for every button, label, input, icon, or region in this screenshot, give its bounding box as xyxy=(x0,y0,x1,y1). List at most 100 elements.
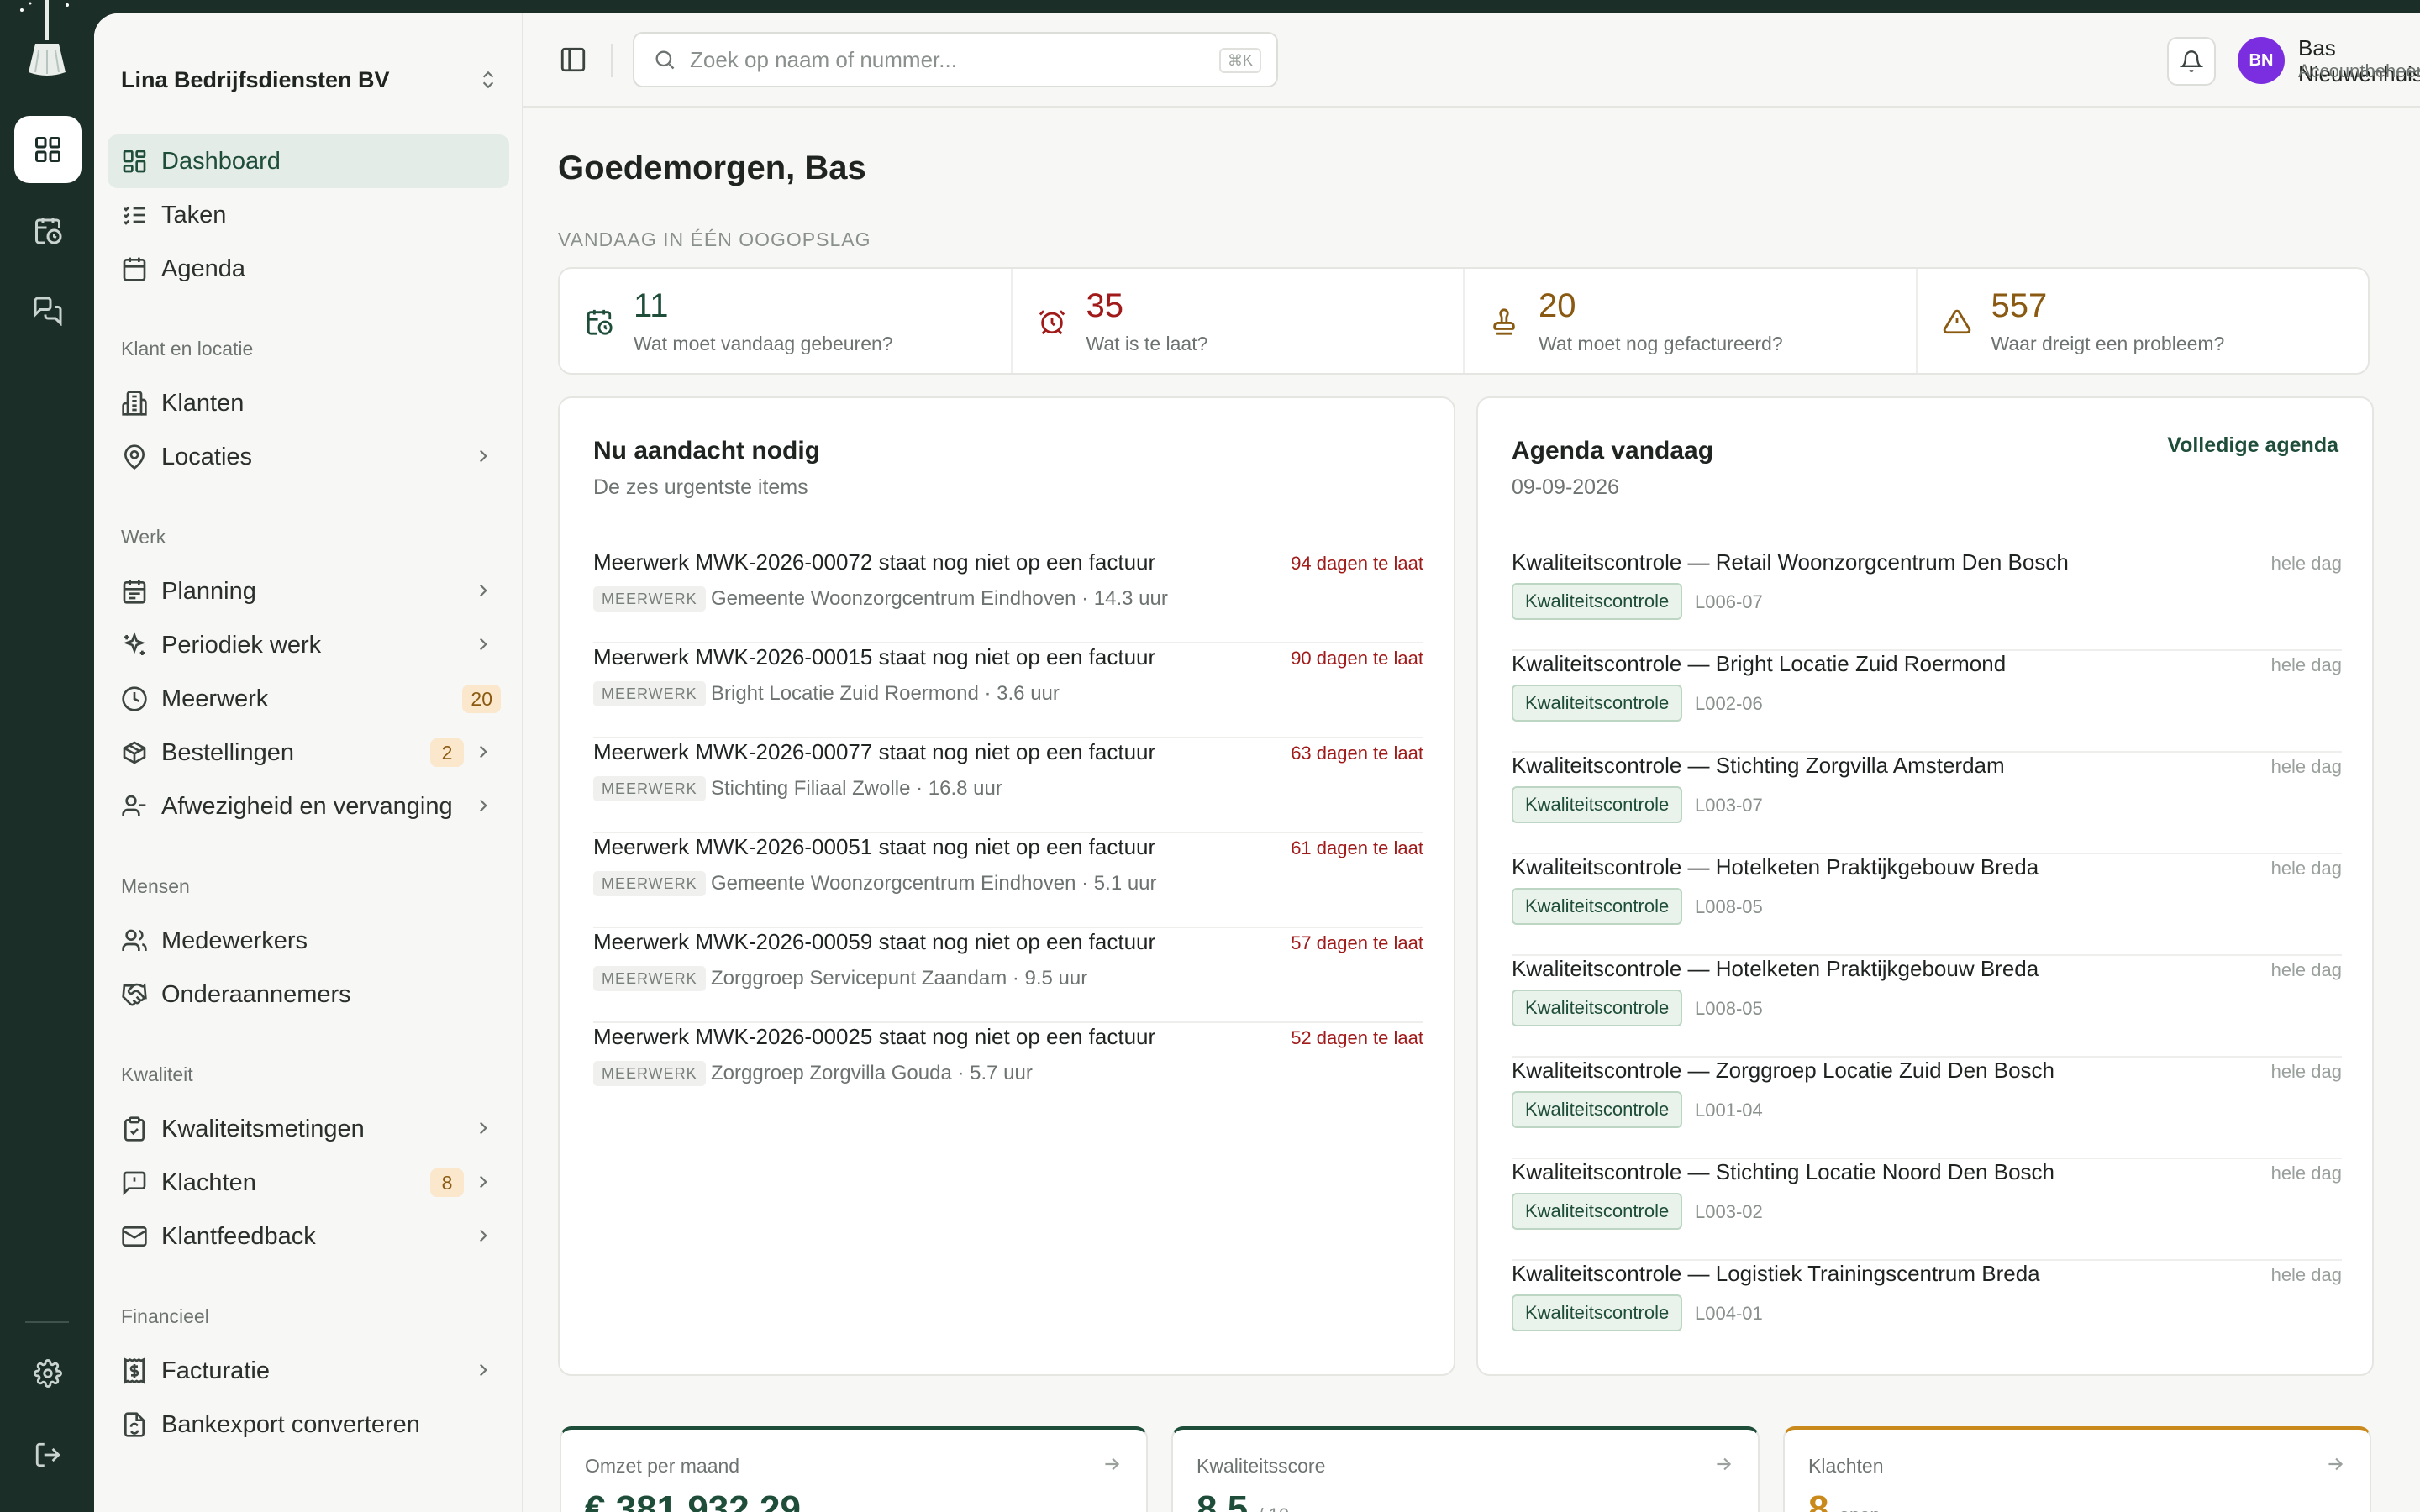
attention-item-tag: MEERWERK xyxy=(593,681,706,706)
sidebar-item-meerwerk[interactable]: Meerwerk 20 xyxy=(108,672,509,726)
rail-planning-button[interactable] xyxy=(14,197,82,264)
sidebar-item-medewerkers[interactable]: Medewerkers xyxy=(108,914,509,968)
warning-triangle-icon xyxy=(1943,309,1970,334)
sidebar-item-facturatie[interactable]: Facturatie xyxy=(108,1344,509,1398)
agenda-item-title: Kwaliteitscontrole — Logistiek Trainings… xyxy=(1512,1261,2040,1286)
kpi-unit: open xyxy=(1839,1504,1881,1512)
sidebar-item-taken[interactable]: Taken xyxy=(108,188,509,242)
stat-risk[interactable]: 557 Waar dreigt een probleem? xyxy=(1918,269,2369,373)
kpi-value: 8,5 / 10 xyxy=(1197,1488,1289,1512)
sidebar-item-dashboard[interactable]: Dashboard xyxy=(108,134,509,188)
attention-item[interactable]: Meerwerk MWK-2026-00059 staat nog niet o… xyxy=(593,929,1423,1023)
topbar-divider xyxy=(611,44,613,77)
sidebar-section-kwaliteit: Kwaliteit xyxy=(121,1063,193,1085)
attention-subtitle: De zes urgentste items xyxy=(593,475,808,499)
avatar[interactable]: BN xyxy=(2238,37,2285,84)
handshake-icon xyxy=(122,981,147,1006)
rail-dashboard-button[interactable] xyxy=(14,116,82,183)
agenda-item[interactable]: Kwaliteitscontrole — Stichting Locatie N… xyxy=(1512,1159,2342,1261)
sidebar-item-label: Onderaannemers xyxy=(161,980,351,1008)
sparkles-icon xyxy=(123,632,146,655)
full-agenda-link[interactable]: Volledige agenda xyxy=(2167,433,2338,458)
stat-late[interactable]: 35 Wat is te laat? xyxy=(1013,269,1465,373)
stamp-icon xyxy=(1493,308,1515,335)
sidebar-item-klanten[interactable]: Klanten xyxy=(108,376,509,430)
agenda-item-time: hele dag xyxy=(2270,1061,2342,1082)
package-icon xyxy=(123,741,146,764)
agenda-item[interactable]: Kwaliteitscontrole — Zorggroep Locatie Z… xyxy=(1512,1058,2342,1159)
agenda-item[interactable]: Kwaliteitscontrole — Hotelketen Praktijk… xyxy=(1512,956,2342,1058)
search-box[interactable]: ⌘K xyxy=(633,32,1278,87)
klachten-count-badge: 8 xyxy=(430,1168,464,1197)
attention-item-meta: Gemeente Woonzorgcentrum Eindhoven · 14.… xyxy=(711,587,1168,610)
sidebar-item-klachten[interactable]: Klachten 8 xyxy=(108,1156,509,1210)
sidebar-item-agenda[interactable]: Agenda xyxy=(108,242,509,296)
agenda-item[interactable]: Kwaliteitscontrole — Bright Locatie Zuid… xyxy=(1512,651,2342,753)
stats-strip: 11 Wat moet vandaag gebeuren? 35 Wat is … xyxy=(558,267,2370,375)
page-title: Goedemorgen, Bas xyxy=(558,150,866,186)
sidebar-section-werk: Werk xyxy=(121,526,166,548)
sidebar-item-bestellingen[interactable]: Bestellingen 2 xyxy=(108,726,509,780)
agenda-item-time: hele dag xyxy=(2270,654,2342,675)
rail-settings-button[interactable] xyxy=(14,1340,82,1407)
chevron-right-icon xyxy=(479,1363,487,1377)
agenda-item-chip: Kwaliteitscontrole xyxy=(1512,1193,1683,1230)
attention-item[interactable]: Meerwerk MWK-2026-00077 staat nog niet o… xyxy=(593,739,1423,833)
attention-item[interactable]: Meerwerk MWK-2026-00015 staat nog niet o… xyxy=(593,644,1423,738)
agenda-item-chip: Kwaliteitscontrole xyxy=(1512,786,1683,823)
rail-messages-button[interactable] xyxy=(14,277,82,344)
attention-item[interactable]: Meerwerk MWK-2026-00051 staat nog niet o… xyxy=(593,834,1423,928)
agenda-item-code: L001-04 xyxy=(1695,1100,1763,1121)
meerwerk-count-badge: 20 xyxy=(462,685,501,713)
attention-title: Nu aandacht nodig xyxy=(593,437,820,465)
kpi-revenue-card[interactable]: Omzet per maand € 381.932,29 xyxy=(560,1426,1148,1512)
notifications-button[interactable] xyxy=(2167,37,2216,86)
rail-logout-button[interactable] xyxy=(14,1421,82,1488)
agenda-item[interactable]: Kwaliteitscontrole — Logistiek Trainings… xyxy=(1512,1261,2342,1362)
attention-item-title: Meerwerk MWK-2026-00059 staat nog niet o… xyxy=(593,929,1156,954)
sidebar-item-label: Bestellingen xyxy=(161,738,294,766)
kpi-label: Kwaliteitsscore xyxy=(1197,1455,1326,1477)
sidebar-item-kwaliteitsmetingen[interactable]: Kwaliteitsmetingen xyxy=(108,1102,509,1156)
arrow-right-icon xyxy=(2328,1457,2344,1471)
agenda-item[interactable]: Kwaliteitscontrole — Stichting Zorgvilla… xyxy=(1512,753,2342,854)
arrow-right-icon xyxy=(1105,1457,1120,1471)
sidebar-item-onderaannemers[interactable]: Onderaannemers xyxy=(108,968,509,1021)
stat-today[interactable]: 11 Wat moet vandaag gebeuren? xyxy=(560,269,1013,373)
agenda-item-time: hele dag xyxy=(2270,1264,2342,1285)
dashboard-icon xyxy=(123,150,146,173)
search-input[interactable] xyxy=(690,46,1194,73)
messages-icon xyxy=(34,297,62,326)
kpi-complaints-card[interactable]: Klachten 8 open xyxy=(1783,1426,2371,1512)
kpi-label: Klachten xyxy=(1808,1455,1884,1477)
app-frame: Lina Bedrijfsdiensten BV Dashboard Taken… xyxy=(94,13,2420,1512)
agenda-item-time: hele dag xyxy=(2270,553,2342,574)
rail-divider xyxy=(25,1321,69,1323)
sidebar-item-periodiek-werk[interactable]: Periodiek werk xyxy=(108,618,509,672)
attention-item-tag: MEERWERK xyxy=(593,776,706,801)
stat-to-invoice[interactable]: 20 Wat moet nog gefactureerd? xyxy=(1465,269,1918,373)
toggle-sidebar-button[interactable] xyxy=(559,45,587,74)
attention-item-late: 52 dagen te laat xyxy=(1291,1027,1423,1048)
search-icon xyxy=(655,50,675,70)
attention-item-title: Meerwerk MWK-2026-00015 staat nog niet o… xyxy=(593,644,1156,669)
attention-item[interactable]: Meerwerk MWK-2026-00025 staat nog niet o… xyxy=(593,1024,1423,1118)
kpi-quality-card[interactable]: Kwaliteitsscore 8,5 / 10 xyxy=(1171,1426,1760,1512)
sidebar-item-locaties[interactable]: Locaties xyxy=(108,430,509,484)
agenda-item[interactable]: Kwaliteitscontrole — Hotelketen Praktijk… xyxy=(1512,854,2342,956)
org-switcher[interactable]: Lina Bedrijfsdiensten BV xyxy=(121,50,499,109)
kpi-unit: / 10 xyxy=(1258,1504,1289,1512)
sidebar-item-planning[interactable]: Planning xyxy=(108,564,509,618)
chevron-right-icon xyxy=(479,745,487,759)
sidebar-item-label: Kwaliteitsmetingen xyxy=(161,1115,365,1142)
attention-item-title: Meerwerk MWK-2026-00072 staat nog niet o… xyxy=(593,549,1156,575)
agenda-item[interactable]: Kwaliteitscontrole — Retail Woonzorgcent… xyxy=(1512,549,2342,651)
sidebar-item-bankexport[interactable]: Bankexport converteren xyxy=(108,1398,509,1452)
attention-item-tag: MEERWERK xyxy=(593,871,706,896)
checklist-icon xyxy=(124,206,145,225)
sidebar-item-afwezigheid[interactable]: Afwezigheid en vervanging xyxy=(108,780,509,833)
attention-item[interactable]: Meerwerk MWK-2026-00072 staat nog niet o… xyxy=(593,549,1423,643)
user-role: Accountbeheerder xyxy=(2298,60,2420,81)
kpi-number: € 381.932,29 xyxy=(585,1488,801,1512)
sidebar-item-klantfeedback[interactable]: Klantfeedback xyxy=(108,1210,509,1263)
